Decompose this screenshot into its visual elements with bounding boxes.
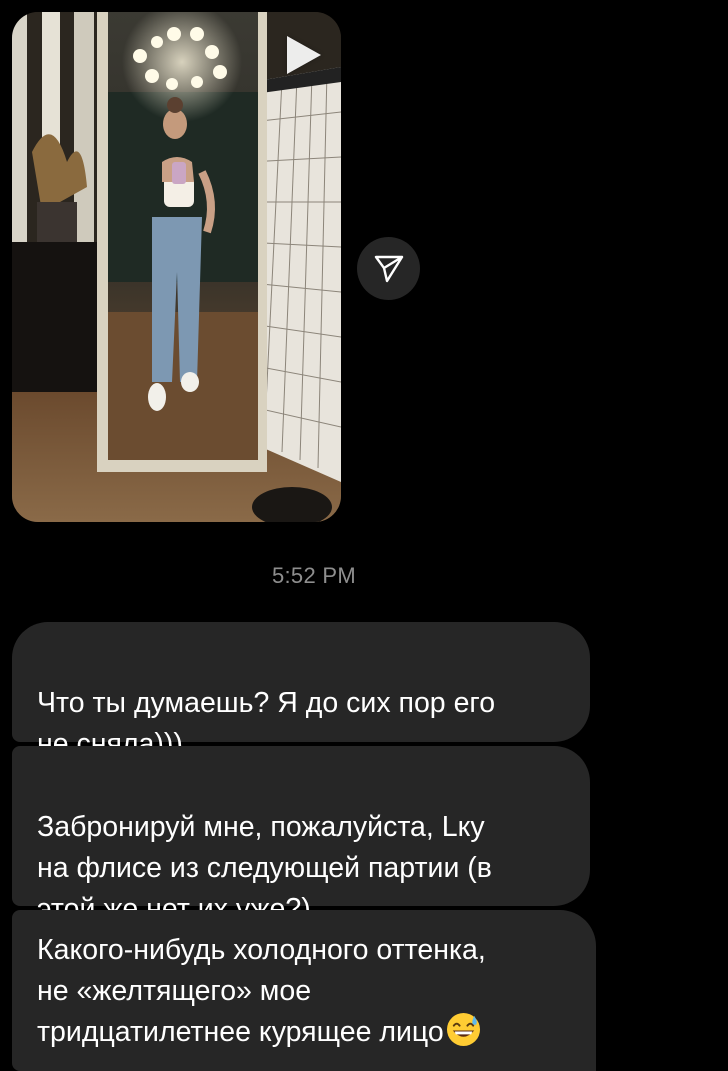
paper-plane-icon (374, 255, 403, 282)
message-text: Забронируй мне, пожалуйста, Lку на флисе… (37, 811, 492, 925)
message-bubble[interactable]: Забронируй мне, пожалуйста, Lку на флисе… (12, 746, 590, 925)
story-video-preview[interactable] (12, 12, 341, 522)
mirror-selfie-photo (12, 12, 341, 522)
message-bubble[interactable]: Какого-нибудь холодного оттенка, не «жел… (12, 910, 596, 1071)
share-button[interactable] (357, 237, 420, 300)
message-bubble[interactable]: Что ты думаешь? Я до сих пор его не снял… (12, 622, 590, 760)
message-timestamp: 5:52 PM (271, 563, 357, 588)
play-icon[interactable] (287, 36, 321, 74)
sweat-smile-emoji-icon (446, 1012, 480, 1047)
message-text: Какого-нибудь холодного оттенка, не «жел… (37, 934, 486, 1048)
